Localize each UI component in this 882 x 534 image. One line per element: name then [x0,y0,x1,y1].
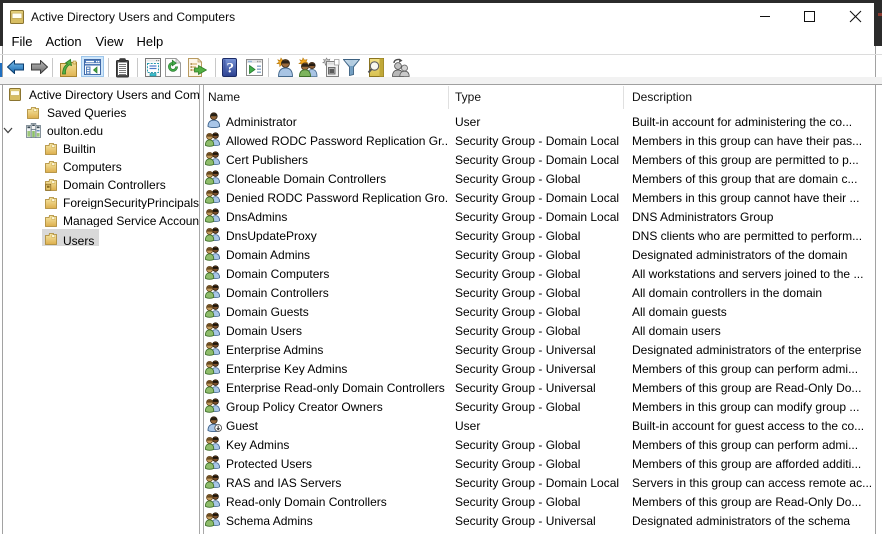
svg-text:?: ? [226,61,234,77]
